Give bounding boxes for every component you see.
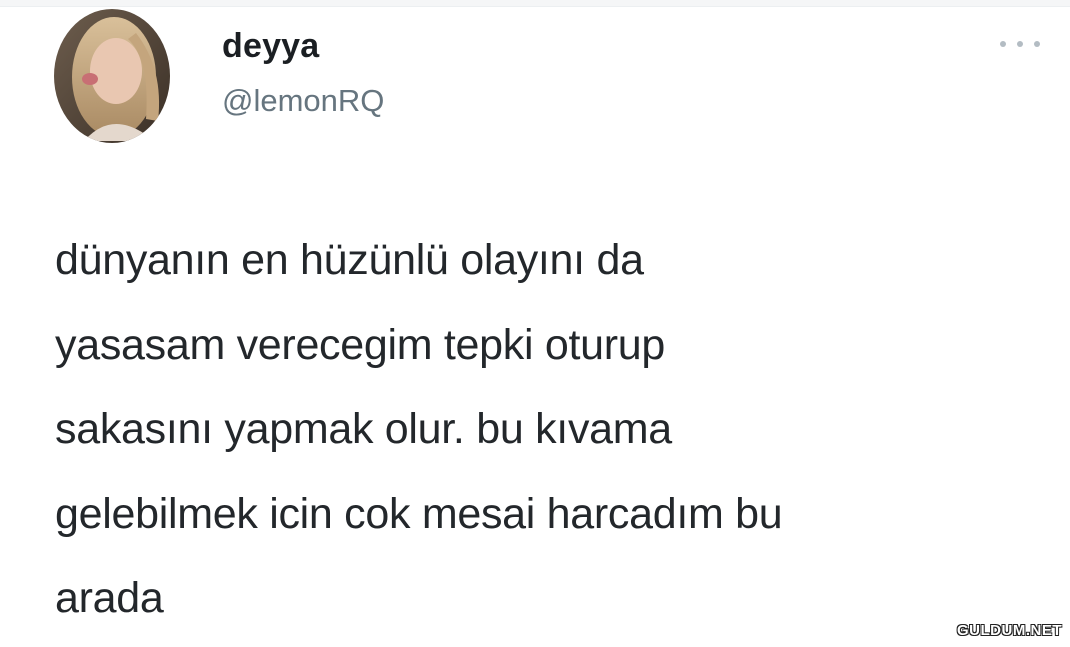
tweet-text-line: dünyanın en hüzünlü olayını da	[55, 236, 644, 284]
dot-icon	[1000, 41, 1006, 47]
user-handle[interactable]: @lemonRQ	[222, 83, 384, 119]
more-horizontal-icon[interactable]	[1000, 38, 1040, 50]
tweet-text-line: arada	[55, 574, 164, 622]
tweet-text-line: yasasam verecegim tepki oturup	[55, 320, 666, 369]
top-divider	[0, 0, 1070, 7]
tweet-text: dünyanın en hüzünlü olayını da yasasam v…	[55, 218, 1055, 641]
avatar[interactable]	[54, 9, 170, 143]
profile-photo	[54, 9, 170, 143]
dot-icon	[1017, 41, 1023, 47]
tweet-text-line: gelebilmek icin cok mesai harcadım bu	[55, 489, 783, 538]
tweet-text-line: sakasını yapmak olur. bu kıvama	[55, 405, 672, 453]
dot-icon	[1034, 41, 1040, 47]
watermark: GULDUM.NET	[957, 622, 1062, 639]
display-name[interactable]: deyya	[222, 27, 319, 66]
